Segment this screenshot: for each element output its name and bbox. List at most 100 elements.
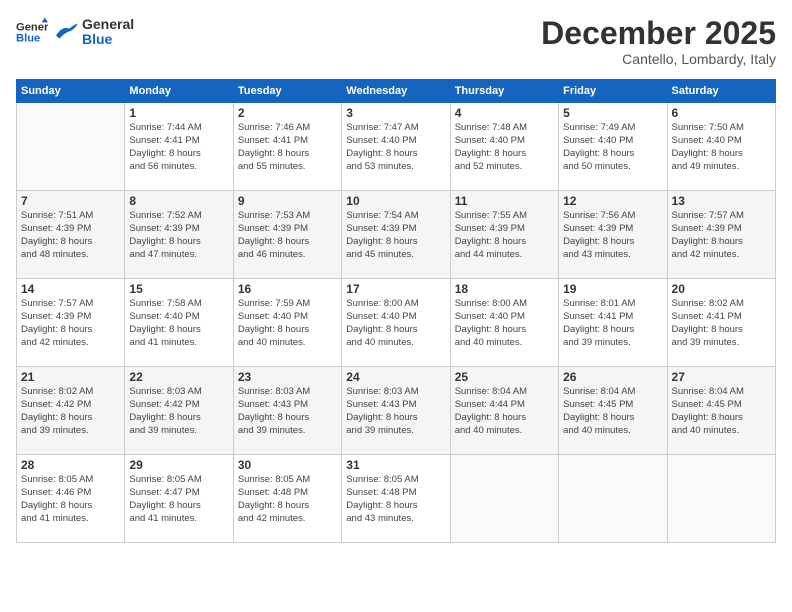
day-number: 23 — [238, 370, 337, 384]
day-info: Sunrise: 7:49 AM Sunset: 4:40 PM Dayligh… — [563, 122, 662, 173]
table-row: 17 Sunrise: 8:00 AM Sunset: 4:40 PM Dayli… — [342, 279, 450, 367]
day-number: 14 — [21, 282, 120, 296]
table-row: 7 Sunrise: 7:51 AM Sunset: 4:39 PM Daylig… — [17, 191, 125, 279]
col-sunday: Sunday — [17, 80, 125, 103]
day-number: 26 — [563, 370, 662, 384]
day-info: Sunrise: 8:05 AM Sunset: 4:48 PM Dayligh… — [238, 474, 337, 525]
day-number: 31 — [346, 458, 445, 472]
day-info: Sunrise: 7:55 AM Sunset: 4:39 PM Dayligh… — [455, 210, 554, 261]
table-row: 16 Sunrise: 7:59 AM Sunset: 4:40 PM Dayli… — [233, 279, 341, 367]
day-number: 11 — [455, 194, 554, 208]
table-row: 5 Sunrise: 7:49 AM Sunset: 4:40 PM Daylig… — [559, 103, 667, 191]
col-tuesday: Tuesday — [233, 80, 341, 103]
day-number: 24 — [346, 370, 445, 384]
day-info: Sunrise: 8:04 AM Sunset: 4:45 PM Dayligh… — [672, 386, 771, 437]
calendar-week-row: 1Sunrise: 7:44 AM Sunset: 4:41 PM Daylig… — [17, 103, 776, 191]
table-row: 2Sunrise: 7:46 AM Sunset: 4:41 PM Daylig… — [233, 103, 341, 191]
day-number: 9 — [238, 194, 337, 208]
table-row: 12 Sunrise: 7:56 AM Sunset: 4:39 PM Dayli… — [559, 191, 667, 279]
day-info: Sunrise: 8:05 AM Sunset: 4:46 PM Dayligh… — [21, 474, 120, 525]
calendar-table: Sunday Monday Tuesday Wednesday Thursday… — [16, 79, 776, 543]
day-info: Sunrise: 7:47 AM Sunset: 4:40 PM Dayligh… — [346, 122, 445, 173]
day-info: Sunrise: 8:03 AM Sunset: 4:43 PM Dayligh… — [238, 386, 337, 437]
table-row: 11 Sunrise: 7:55 AM Sunset: 4:39 PM Dayli… — [450, 191, 558, 279]
day-info: Sunrise: 8:00 AM Sunset: 4:40 PM Dayligh… — [346, 298, 445, 349]
day-number: 10 — [346, 194, 445, 208]
table-row: 21 Sunrise: 8:02 AM Sunset: 4:42 PM Dayli… — [17, 367, 125, 455]
col-monday: Monday — [125, 80, 233, 103]
day-number: 17 — [346, 282, 445, 296]
table-row: 10Sunrise: 7:54 AM Sunset: 4:39 PM Dayli… — [342, 191, 450, 279]
day-info: Sunrise: 7:46 AM Sunset: 4:41 PM Dayligh… — [238, 122, 337, 173]
day-info: Sunrise: 8:04 AM Sunset: 4:45 PM Dayligh… — [563, 386, 662, 437]
day-info: Sunrise: 7:59 AM Sunset: 4:40 PM Dayligh… — [238, 298, 337, 349]
table-row: 15Sunrise: 7:58 AM Sunset: 4:40 PM Dayli… — [125, 279, 233, 367]
calendar-week-row: 21 Sunrise: 8:02 AM Sunset: 4:42 PM Dayli… — [17, 367, 776, 455]
day-info: Sunrise: 7:57 AM Sunset: 4:39 PM Dayligh… — [672, 210, 771, 261]
table-row: 19Sunrise: 8:01 AM Sunset: 4:41 PM Dayli… — [559, 279, 667, 367]
day-number: 15 — [129, 282, 228, 296]
day-number: 12 — [563, 194, 662, 208]
day-number: 5 — [563, 106, 662, 120]
table-row: 26 Sunrise: 8:04 AM Sunset: 4:45 PM Dayli… — [559, 367, 667, 455]
table-row: 18 Sunrise: 8:00 AM Sunset: 4:40 PM Dayli… — [450, 279, 558, 367]
table-row: 27 Sunrise: 8:04 AM Sunset: 4:45 PM Dayli… — [667, 367, 775, 455]
day-info: Sunrise: 7:52 AM Sunset: 4:39 PM Dayligh… — [129, 210, 228, 261]
day-info: Sunrise: 7:48 AM Sunset: 4:40 PM Dayligh… — [455, 122, 554, 173]
table-row: 1Sunrise: 7:44 AM Sunset: 4:41 PM Daylig… — [125, 103, 233, 191]
day-info: Sunrise: 8:02 AM Sunset: 4:41 PM Dayligh… — [672, 298, 771, 349]
logo-bird-icon — [52, 22, 80, 42]
table-row: 24 Sunrise: 8:03 AM Sunset: 4:43 PM Dayli… — [342, 367, 450, 455]
table-row: 30Sunrise: 8:05 AM Sunset: 4:48 PM Dayli… — [233, 455, 341, 543]
day-number: 7 — [21, 194, 120, 208]
day-number: 21 — [21, 370, 120, 384]
day-info: Sunrise: 8:01 AM Sunset: 4:41 PM Dayligh… — [563, 298, 662, 349]
day-info: Sunrise: 8:05 AM Sunset: 4:47 PM Dayligh… — [129, 474, 228, 525]
day-info: Sunrise: 7:51 AM Sunset: 4:39 PM Dayligh… — [21, 210, 120, 261]
col-wednesday: Wednesday — [342, 80, 450, 103]
table-row: 6 Sunrise: 7:50 AM Sunset: 4:40 PM Daylig… — [667, 103, 775, 191]
col-saturday: Saturday — [667, 80, 775, 103]
day-number: 6 — [672, 106, 771, 120]
day-info: Sunrise: 8:03 AM Sunset: 4:42 PM Dayligh… — [129, 386, 228, 437]
day-info: Sunrise: 7:44 AM Sunset: 4:41 PM Dayligh… — [129, 122, 228, 173]
day-info: Sunrise: 8:03 AM Sunset: 4:43 PM Dayligh… — [346, 386, 445, 437]
day-info: Sunrise: 8:05 AM Sunset: 4:48 PM Dayligh… — [346, 474, 445, 525]
day-number: 22 — [129, 370, 228, 384]
table-row: 25Sunrise: 8:04 AM Sunset: 4:44 PM Dayli… — [450, 367, 558, 455]
day-number: 3 — [346, 106, 445, 120]
logo: General Blue General Blue — [16, 16, 134, 48]
table-row: 3 Sunrise: 7:47 AM Sunset: 4:40 PM Daylig… — [342, 103, 450, 191]
table-row: 28Sunrise: 8:05 AM Sunset: 4:46 PM Dayli… — [17, 455, 125, 543]
table-row: 29 Sunrise: 8:05 AM Sunset: 4:47 PM Dayli… — [125, 455, 233, 543]
day-number: 8 — [129, 194, 228, 208]
day-number: 27 — [672, 370, 771, 384]
table-row: 20Sunrise: 8:02 AM Sunset: 4:41 PM Dayli… — [667, 279, 775, 367]
header: General Blue General Blue December 2025 … — [16, 16, 776, 67]
day-number: 16 — [238, 282, 337, 296]
day-number: 13 — [672, 194, 771, 208]
calendar-header-row: Sunday Monday Tuesday Wednesday Thursday… — [17, 80, 776, 103]
calendar-week-row: 14Sunrise: 7:57 AM Sunset: 4:39 PM Dayli… — [17, 279, 776, 367]
day-info: Sunrise: 7:56 AM Sunset: 4:39 PM Dayligh… — [563, 210, 662, 261]
page-container: General Blue General Blue December 2025 … — [0, 0, 792, 551]
day-info: Sunrise: 8:02 AM Sunset: 4:42 PM Dayligh… — [21, 386, 120, 437]
table-row: 31 Sunrise: 8:05 AM Sunset: 4:48 PM Dayli… — [342, 455, 450, 543]
table-row: 4 Sunrise: 7:48 AM Sunset: 4:40 PM Daylig… — [450, 103, 558, 191]
table-row: 23 Sunrise: 8:03 AM Sunset: 4:43 PM Dayli… — [233, 367, 341, 455]
day-info: Sunrise: 7:50 AM Sunset: 4:40 PM Dayligh… — [672, 122, 771, 173]
table-row: 22 Sunrise: 8:03 AM Sunset: 4:42 PM Dayli… — [125, 367, 233, 455]
location-subtitle: Cantello, Lombardy, Italy — [541, 51, 776, 67]
table-row: 9 Sunrise: 7:53 AM Sunset: 4:39 PM Daylig… — [233, 191, 341, 279]
calendar-week-row: 28Sunrise: 8:05 AM Sunset: 4:46 PM Dayli… — [17, 455, 776, 543]
logo-icon: General Blue — [16, 16, 48, 48]
day-number: 4 — [455, 106, 554, 120]
day-info: Sunrise: 8:00 AM Sunset: 4:40 PM Dayligh… — [455, 298, 554, 349]
col-thursday: Thursday — [450, 80, 558, 103]
col-friday: Friday — [559, 80, 667, 103]
table-row — [559, 455, 667, 543]
day-number: 29 — [129, 458, 228, 472]
month-title: December 2025 — [541, 16, 776, 51]
day-number: 18 — [455, 282, 554, 296]
day-info: Sunrise: 7:53 AM Sunset: 4:39 PM Dayligh… — [238, 210, 337, 261]
